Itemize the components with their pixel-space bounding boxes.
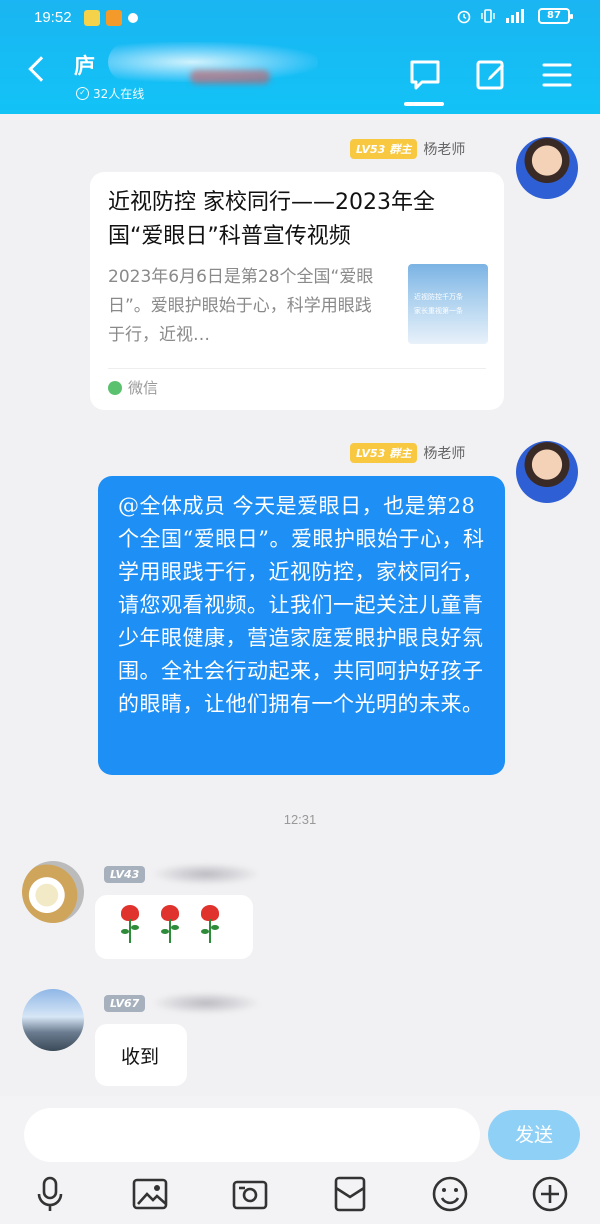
microphone-icon[interactable]: [30, 1174, 70, 1214]
sender-meta: LV53 群主 杨老师: [350, 443, 465, 463]
message-input[interactable]: [24, 1108, 480, 1162]
thumbnail-text-2: 家长重视第一条: [414, 307, 463, 315]
notification-icons: [84, 10, 138, 26]
rose-icon: [197, 905, 223, 945]
image-icon[interactable]: [130, 1174, 170, 1214]
card-thumbnail: 近视防控千万条 家长重视第一条: [408, 264, 488, 344]
emoji-icon[interactable]: [430, 1174, 470, 1214]
menu-icon[interactable]: [540, 58, 574, 92]
roses-bubble[interactable]: [95, 895, 253, 959]
edit-icon[interactable]: [474, 58, 508, 92]
thumbnail-text-1: 近视防控千万条: [414, 293, 463, 301]
plus-icon[interactable]: [530, 1174, 570, 1214]
group-title: 庐: [74, 54, 95, 78]
card-source: 微信: [108, 377, 158, 398]
announcement-bubble[interactable]: @全体成员 今天是爱眼日，也是第28个全国“爱眼日”。爱眼护眼始于心，科学用眼践…: [98, 476, 505, 775]
app-notification-icon: [84, 10, 100, 26]
message-timestamp: 12:31: [283, 812, 317, 827]
source-label: 微信: [128, 379, 159, 397]
input-bar: 发送: [0, 1096, 600, 1224]
card-title: 近视防控 家校同行——2023年全国“爱眼日”科普宣传视频: [108, 190, 435, 249]
member-avatar[interactable]: [22, 861, 84, 923]
teacher-avatar[interactable]: [516, 441, 578, 503]
send-button[interactable]: 发送: [488, 1110, 580, 1160]
dot-notification-icon: [128, 13, 138, 23]
rose-row: [117, 905, 223, 945]
vibrate-icon: [481, 9, 495, 23]
tab-underline: [404, 102, 444, 106]
card-description: 2023年6月6日是第28个全国“爱眼日”。爱眼护眼始于心，科学用眼践于行，近视…: [108, 267, 374, 345]
received-text: 收到: [121, 1046, 160, 1068]
name-redaction: [151, 863, 262, 885]
red-packet-icon[interactable]: [330, 1174, 370, 1214]
battery-icon: 87: [538, 8, 573, 24]
link-card[interactable]: 近视防控 家校同行——2023年全国“爱眼日”科普宣传视频 2023年6月6日是…: [90, 172, 504, 410]
chat-bubble-icon[interactable]: [408, 58, 442, 92]
status-time: 19:52: [34, 9, 72, 26]
alarm-icon: [457, 10, 471, 24]
sender-meta: LV53 群主 杨老师: [350, 139, 465, 159]
status-right: 87: [456, 8, 573, 24]
sender-meta: LV67: [104, 992, 262, 1014]
sender-meta: LV43: [104, 863, 262, 885]
camera-icon[interactable]: [230, 1174, 270, 1214]
level-badge: LV53 群主: [350, 139, 418, 159]
level-badge: LV53 群主: [350, 443, 418, 463]
level-badge: LV67: [104, 994, 146, 1012]
received-bubble[interactable]: 收到: [95, 1024, 187, 1086]
teacher-avatar[interactable]: [516, 137, 578, 199]
sender-name: 杨老师: [423, 142, 466, 158]
online-count: 32人在线: [93, 87, 145, 101]
chat-header: 19:52 87 庐 ✓ 32人在线: [0, 0, 600, 114]
name-redaction: [151, 992, 262, 1014]
online-check-icon: ✓: [76, 87, 89, 100]
input-toolbar: [0, 1168, 600, 1224]
video-notification-icon: [106, 10, 122, 26]
card-divider: [108, 368, 486, 369]
member-avatar[interactable]: [22, 989, 84, 1051]
online-status: ✓ 32人在线: [76, 85, 144, 102]
level-badge: LV43: [104, 865, 146, 883]
rose-icon: [157, 905, 183, 945]
sender-name: 杨老师: [423, 446, 466, 462]
back-button[interactable]: [28, 56, 54, 82]
rose-icon: [117, 905, 143, 945]
signal-icon: [506, 9, 524, 23]
wechat-icon: [108, 380, 122, 395]
title-redaction-accent: [190, 70, 270, 84]
status-bar: 19:52 87: [0, 0, 600, 34]
